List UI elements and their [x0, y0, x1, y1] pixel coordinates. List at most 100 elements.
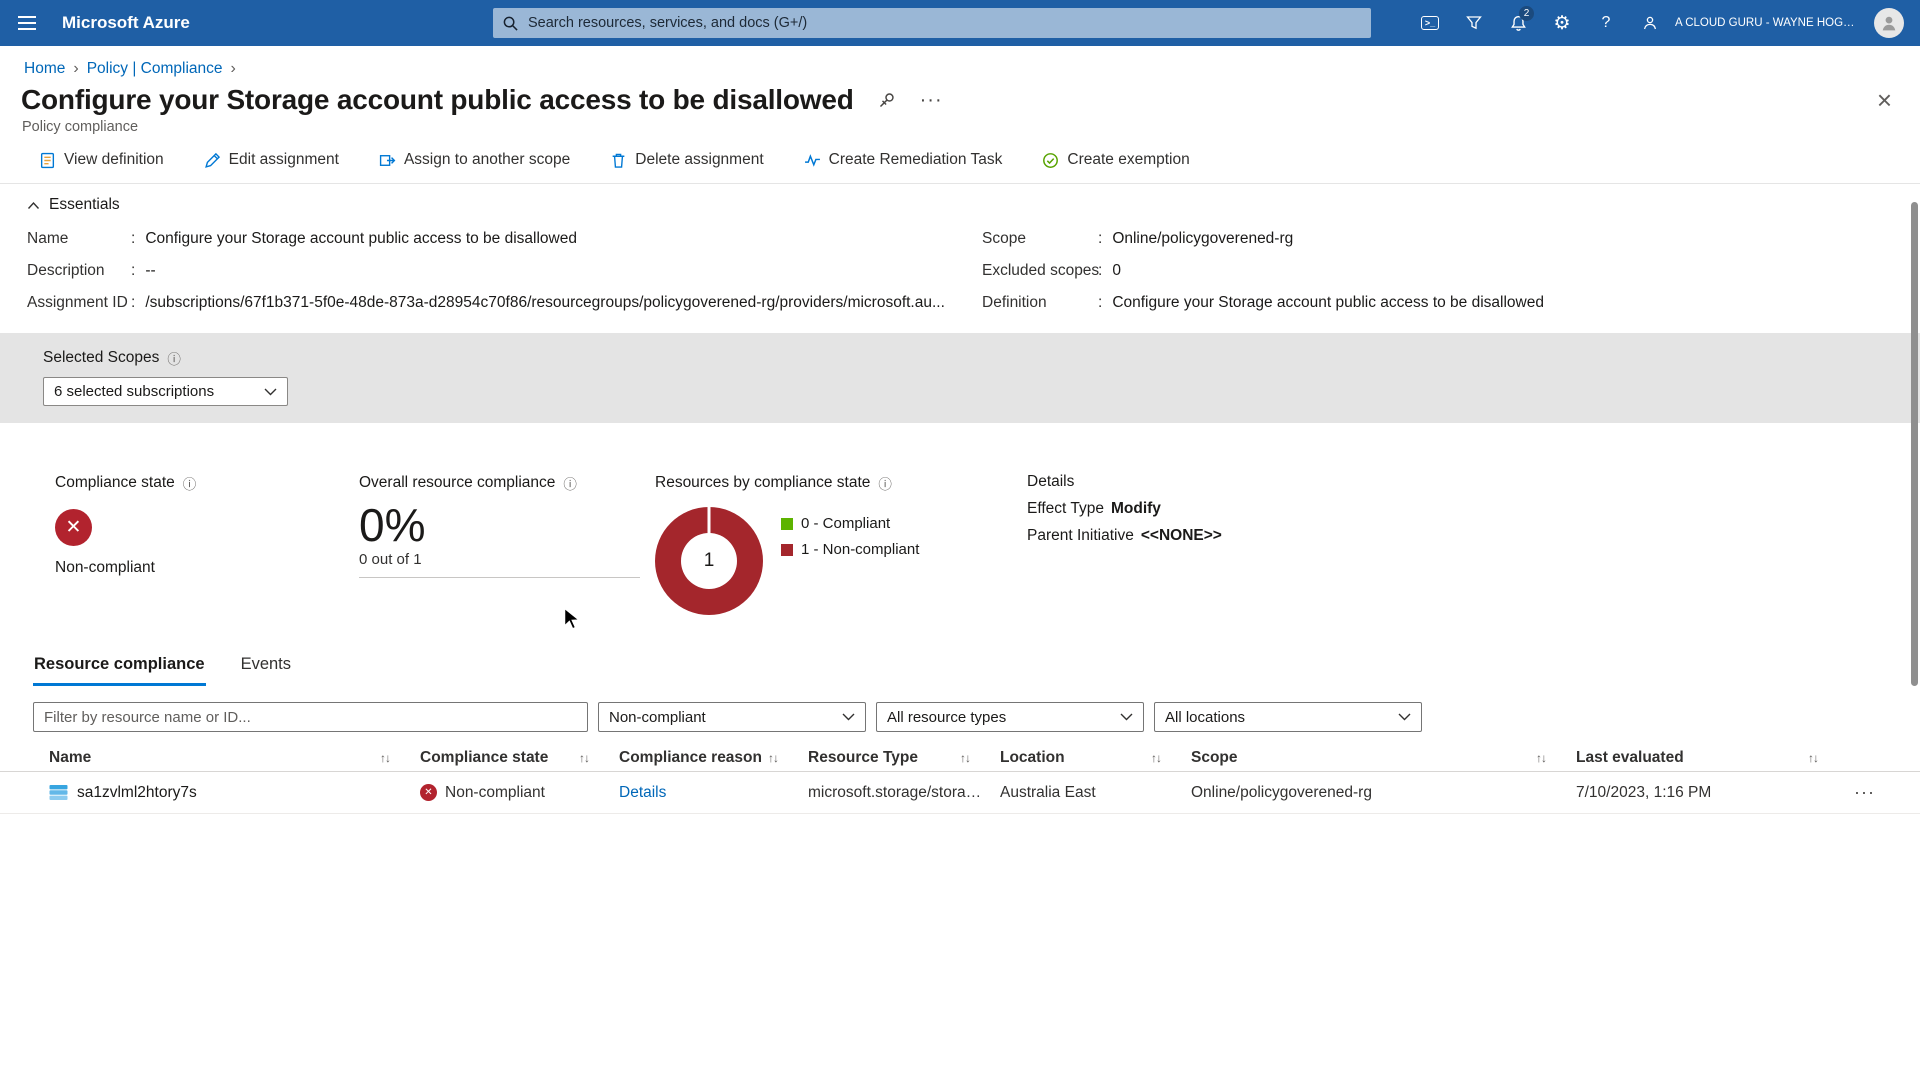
info-icon[interactable]: ⓘ: [878, 473, 892, 493]
sort-icon[interactable]: ↑↓: [768, 751, 778, 765]
separator: :: [131, 223, 135, 255]
non-compliant-x-icon: ✕: [420, 784, 437, 801]
notifications-bell-icon[interactable]: 2: [1499, 0, 1537, 46]
column-header-name[interactable]: Name↑↓: [49, 749, 420, 767]
tab-events[interactable]: Events: [240, 651, 292, 686]
sort-icon[interactable]: ↑↓: [1151, 751, 1161, 765]
sort-icon[interactable]: ↑↓: [960, 751, 970, 765]
create-remediation-task-button[interactable]: Create Remediation Task: [798, 150, 1009, 170]
compliance-donut-chart: 1: [655, 507, 763, 615]
resource-name-cell: sa1zvlml2htory7s: [49, 784, 420, 802]
breadcrumb-policy-compliance-link[interactable]: Policy | Compliance: [87, 60, 223, 78]
help-icon[interactable]: ?: [1587, 0, 1625, 46]
view-definition-button[interactable]: View definition: [33, 150, 170, 170]
avatar[interactable]: [1874, 8, 1904, 38]
document-icon: [39, 152, 56, 169]
chevron-down-icon: [1398, 713, 1411, 721]
table-row[interactable]: sa1zvlml2htory7s ✕ Non-compliant Details…: [0, 772, 1920, 814]
details-link[interactable]: Details: [619, 784, 666, 801]
parent-initiative-row: Parent Initiative<<NONE>>: [1027, 527, 1222, 545]
vertical-scrollbar[interactable]: [1911, 202, 1918, 686]
chevron-right-icon: ›: [73, 60, 78, 78]
essentials-name-row: Name: Configure your Storage account pub…: [27, 223, 982, 255]
pin-icon[interactable]: [878, 91, 896, 109]
page-subtitle: Policy compliance: [0, 119, 1920, 135]
separator: :: [131, 255, 135, 287]
storage-account-icon: [49, 784, 68, 801]
export-arrow-icon: [379, 152, 396, 169]
compliance-reason-cell: Details: [619, 784, 808, 802]
chevron-down-icon: [1120, 713, 1133, 721]
compliance-state-filter[interactable]: Non-compliant: [598, 702, 866, 732]
tab-resource-compliance[interactable]: Resource compliance: [33, 651, 206, 686]
row-more-icon[interactable]: ···: [1848, 781, 1881, 804]
effect-type-row: Effect TypeModify: [1027, 500, 1222, 518]
separator: :: [1098, 287, 1102, 319]
donut-total: 1: [704, 550, 715, 572]
breadcrumb: Home › Policy | Compliance ›: [0, 46, 1920, 78]
sort-icon[interactable]: ↑↓: [380, 751, 390, 765]
essentials-section: Essentials Name: Configure your Storage …: [0, 184, 1920, 333]
command-bar: View definition Edit assignment Assign t…: [0, 135, 1920, 184]
column-header-compliance-reason[interactable]: Compliance reason↑↓: [619, 749, 808, 767]
info-icon[interactable]: ⓘ: [563, 473, 577, 493]
title-more-icon[interactable]: ···: [920, 89, 943, 112]
column-header-compliance-state[interactable]: Compliance state↑↓: [420, 749, 619, 767]
sort-icon[interactable]: ↑↓: [579, 751, 589, 765]
search-input[interactable]: [526, 14, 1361, 32]
table-header-row: Name↑↓ Compliance state↑↓ Compliance rea…: [0, 744, 1920, 772]
column-header-resource-type[interactable]: Resource Type↑↓: [808, 749, 1000, 767]
separator: :: [1098, 223, 1102, 255]
selected-scopes-label: Selected Scopes: [43, 349, 159, 367]
legend-swatch-non-compliant: [781, 544, 793, 556]
notification-badge: 2: [1519, 6, 1534, 21]
feedback-icon[interactable]: [1631, 0, 1669, 46]
essentials-scope-row: Scope: Online/policygoverened-rg: [982, 223, 1892, 255]
filter-bar: Non-compliant All resource types All loc…: [0, 702, 1920, 732]
close-blade-icon[interactable]: ×: [1877, 87, 1892, 113]
chevron-down-icon: [264, 388, 277, 396]
essentials-toggle[interactable]: Essentials: [27, 196, 1892, 214]
column-header-scope[interactable]: Scope↑↓: [1191, 749, 1576, 767]
column-header-location[interactable]: Location↑↓: [1000, 749, 1191, 767]
delete-assignment-button[interactable]: Delete assignment: [604, 150, 769, 170]
scope-cell: Online/policygoverened-rg: [1191, 784, 1576, 802]
separator: :: [131, 287, 135, 319]
avatar-person-icon: [1880, 14, 1898, 32]
global-search[interactable]: [493, 8, 1371, 38]
resources-by-state-block: Resources by compliance state ⓘ 1 0 - Co…: [655, 473, 1027, 637]
title-row: Configure your Storage account public ac…: [0, 78, 1920, 116]
page-title: Configure your Storage account public ac…: [21, 84, 854, 116]
directory-filter-icon[interactable]: [1455, 0, 1493, 46]
app-title[interactable]: Microsoft Azure: [62, 13, 190, 33]
settings-gear-icon[interactable]: ⚙: [1543, 0, 1581, 46]
edit-assignment-button[interactable]: Edit assignment: [198, 150, 345, 170]
resource-type-filter[interactable]: All resource types: [876, 702, 1144, 732]
account-name[interactable]: A CLOUD GURU - WAYNE HOGG...: [1675, 17, 1860, 29]
cloud-shell-icon[interactable]: >_: [1411, 0, 1449, 46]
compliance-state-value: Non-compliant: [55, 559, 359, 577]
essentials-definition-row: Definition: Configure your Storage accou…: [982, 287, 1892, 319]
assign-to-another-scope-button[interactable]: Assign to another scope: [373, 150, 576, 170]
info-icon[interactable]: ⓘ: [167, 348, 181, 368]
sort-icon[interactable]: ↑↓: [1808, 751, 1818, 765]
info-icon[interactable]: ⓘ: [183, 473, 197, 493]
compliance-state-cell: ✕ Non-compliant: [420, 784, 619, 802]
selected-scopes-dropdown[interactable]: 6 selected subscriptions: [43, 377, 288, 406]
portal-menu-icon[interactable]: [0, 0, 54, 46]
resource-type-cell: microsoft.storage/storage...: [808, 784, 1000, 802]
column-header-last-evaluated[interactable]: Last evaluated↑↓: [1576, 749, 1848, 767]
resource-filter-input[interactable]: [33, 702, 588, 732]
separator: :: [1098, 255, 1102, 287]
top-bar: Microsoft Azure >_ 2 ⚙ ? A CLOUD GURU - …: [0, 0, 1920, 46]
pencil-icon: [204, 152, 221, 169]
divider: [359, 577, 640, 578]
legend-non-compliant: 1 - Non-compliant: [781, 537, 919, 563]
location-filter[interactable]: All locations: [1154, 702, 1422, 732]
check-circle-icon: [1042, 152, 1059, 169]
essentials-excluded-scopes-row: Excluded scopes: 0: [982, 255, 1892, 287]
sort-icon[interactable]: ↑↓: [1536, 751, 1546, 765]
location-cell: Australia East: [1000, 784, 1191, 802]
breadcrumb-home-link[interactable]: Home: [24, 60, 65, 78]
create-exemption-button[interactable]: Create exemption: [1036, 150, 1195, 170]
